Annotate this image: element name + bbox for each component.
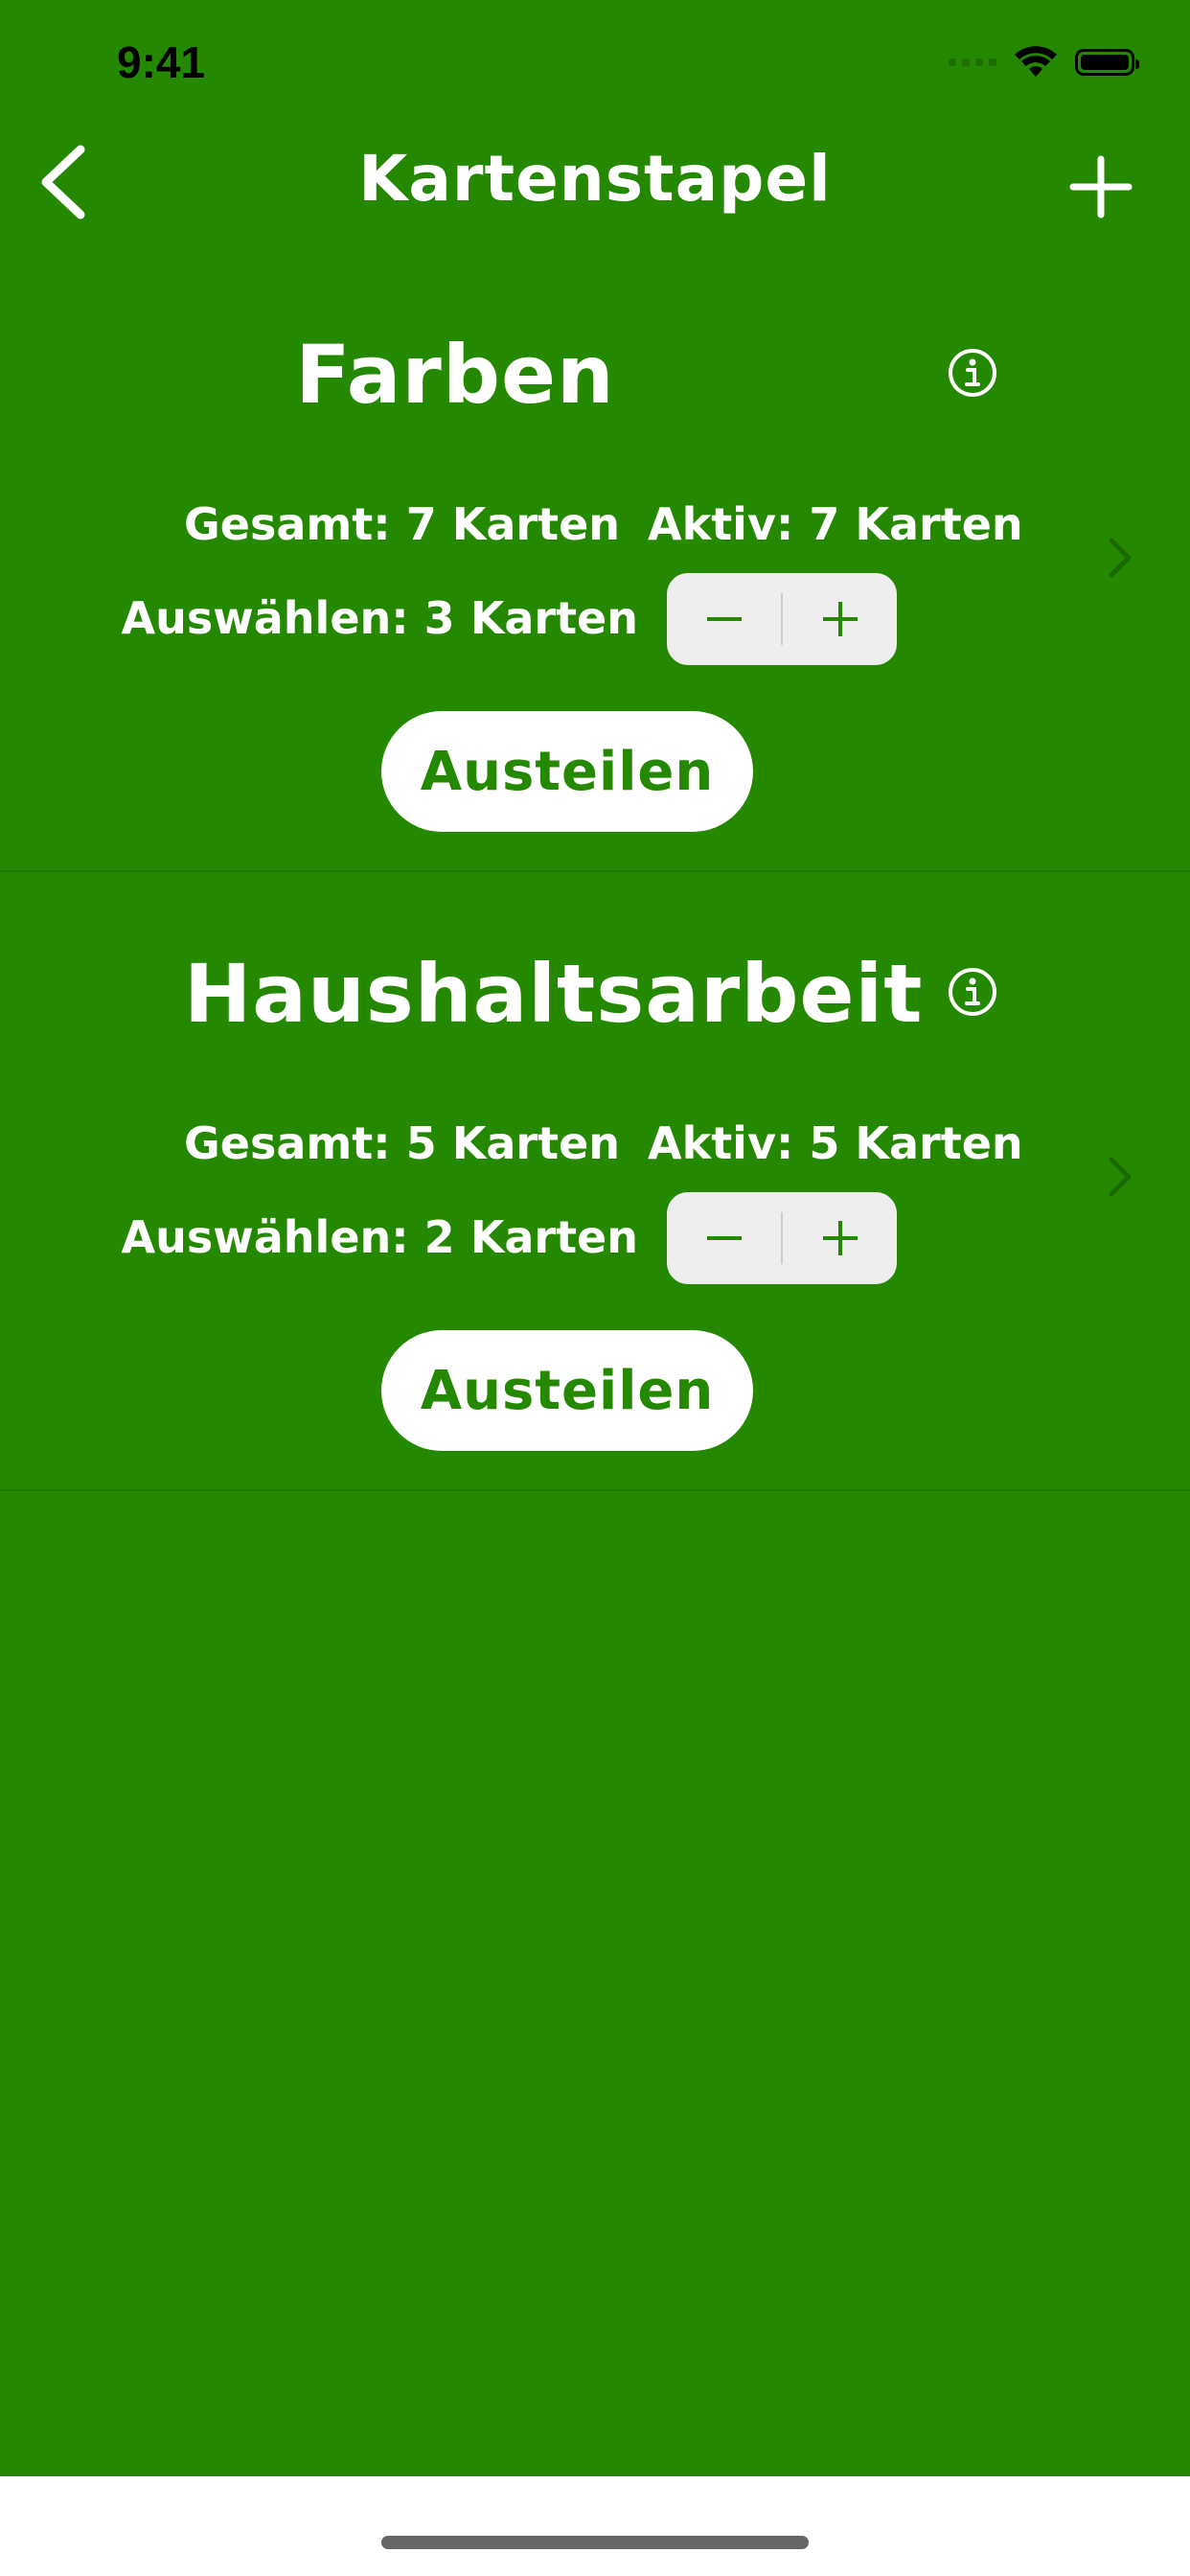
select-stepper[interactable] <box>667 573 897 665</box>
select-stepper[interactable] <box>667 1192 897 1284</box>
deal-button[interactable]: Austeilen <box>381 711 753 832</box>
add-plus-icon[interactable] <box>1069 155 1133 218</box>
stepper-decrement-button[interactable] <box>667 573 781 665</box>
deck-total-count: Gesamt: 7 Karten <box>184 498 621 550</box>
deck-title: Haushaltsarbeit <box>184 947 924 1041</box>
deck-active-count: Aktiv: 7 Karten <box>648 498 1023 550</box>
plus-icon <box>822 602 858 636</box>
page-title: Kartenstapel <box>358 142 832 216</box>
deck-select-count: Auswählen: 2 Karten <box>121 1211 638 1263</box>
home-indicator <box>381 2536 809 2549</box>
disclosure-chevron-icon <box>1109 1157 1132 1197</box>
battery-icon <box>1075 49 1139 76</box>
deck-row[interactable]: Farben Gesamt: 7 Karten Aktiv: 7 Karten … <box>0 251 1190 872</box>
deck-row[interactable]: Haushaltsarbeit Gesamt: 5 Karten Aktiv: … <box>0 870 1190 1491</box>
deck-active-count: Aktiv: 5 Karten <box>648 1117 1023 1169</box>
deck-total-count: Gesamt: 5 Karten <box>184 1117 621 1169</box>
plus-icon <box>822 1221 858 1255</box>
cellular-signal-icon <box>949 58 996 66</box>
app-screen: 9:41 Kartenstapel Farben Gesamt: 7 Karte… <box>0 0 1190 2476</box>
deal-button[interactable]: Austeilen <box>381 1330 753 1451</box>
info-icon[interactable] <box>947 347 998 399</box>
stepper-increment-button[interactable] <box>783 573 897 665</box>
status-time: 9:41 <box>117 37 206 87</box>
deck-select-count: Auswählen: 3 Karten <box>121 592 638 644</box>
minus-icon <box>706 1236 742 1240</box>
stepper-decrement-button[interactable] <box>667 1192 781 1284</box>
wifi-icon <box>1015 46 1057 77</box>
info-icon[interactable] <box>947 966 998 1018</box>
minus-icon <box>706 617 742 621</box>
disclosure-chevron-icon <box>1109 538 1132 578</box>
stepper-increment-button[interactable] <box>783 1192 897 1284</box>
status-icons <box>949 46 1139 79</box>
deck-title: Farben <box>295 328 615 422</box>
